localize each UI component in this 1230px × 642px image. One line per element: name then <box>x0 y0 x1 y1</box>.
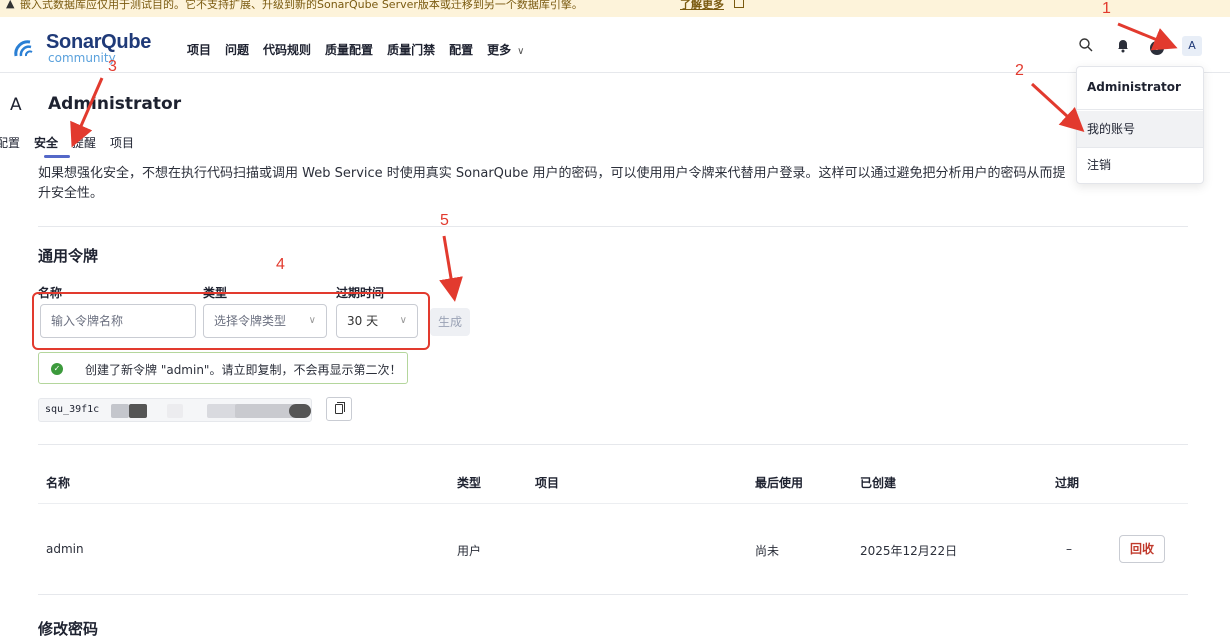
redacted-token <box>111 404 129 418</box>
user-menu-dropdown: Administrator 我的账号 注销 <box>1076 66 1204 184</box>
external-link-icon <box>734 0 744 8</box>
annotation-number-1: 1 <box>1102 0 1111 17</box>
revoke-token-button[interactable]: 回收 <box>1119 535 1165 563</box>
nav-administration[interactable]: 配置 <box>449 41 473 58</box>
column-header-name: 名称 <box>46 476 71 490</box>
column-header-type: 类型 <box>457 476 482 490</box>
redacted-token <box>129 404 147 418</box>
chevron-down-icon: ∨ <box>517 46 525 57</box>
token-row-expires: – <box>1066 542 1072 556</box>
nav-rules[interactable]: 代码规则 <box>263 41 311 58</box>
check-circle-icon: ✓ <box>51 363 63 375</box>
main-nav: 项目 问题 代码规则 质量配置 质量门禁 配置 更多 ∨ <box>187 41 538 58</box>
bell-icon[interactable] <box>1116 37 1130 53</box>
column-header-last-used: 最后使用 <box>755 476 804 490</box>
search-icon[interactable] <box>1078 37 1094 53</box>
token-value-field[interactable]: squ_39f1c <box>38 398 312 422</box>
divider <box>38 226 1188 227</box>
logo-subtitle: community <box>48 51 116 65</box>
page-title: Administrator <box>48 94 182 114</box>
redacted-token <box>289 404 311 418</box>
redacted-token <box>235 404 295 418</box>
redacted-token <box>167 404 183 418</box>
nav-projects[interactable]: 项目 <box>187 41 211 58</box>
annotation-number-2: 2 <box>1015 62 1024 79</box>
annotation-number-5: 5 <box>440 212 449 229</box>
divider <box>38 444 1188 445</box>
warning-banner: ▲ 嵌入式数据库应仅用于测试目的。它不支持扩展、升级到新的SonarQube S… <box>0 0 1230 17</box>
tab-profile[interactable]: 配置 <box>0 134 20 158</box>
token-row-created: 2025年12月22日 <box>860 544 958 558</box>
nav-quality-gates[interactable]: 质量门禁 <box>387 41 435 58</box>
help-icon[interactable]: ? <box>1150 41 1164 55</box>
sonarqube-logo-icon[interactable] <box>10 34 42 60</box>
annotation-number-4: 4 <box>276 256 285 273</box>
token-value-text: squ_39f1c <box>45 404 100 415</box>
nav-more-label: 更多 <box>487 43 512 57</box>
banner-text: 嵌入式数据库应仅用于测试目的。它不支持扩展、升级到新的SonarQube Ser… <box>20 0 583 11</box>
security-description: 如果想强化安全，不想在执行代码扫描或调用 Web Service 时使用真实 S… <box>38 166 1066 201</box>
nav-issues[interactable]: 问题 <box>225 41 249 58</box>
arrow-5 <box>439 235 463 302</box>
generate-token-button[interactable]: 生成 <box>430 308 470 336</box>
warning-icon: ▲ <box>6 0 15 10</box>
page-avatar: A <box>10 95 22 115</box>
nav-quality-profiles[interactable]: 质量配置 <box>325 41 373 58</box>
change-password-title: 修改密码 <box>38 620 99 638</box>
learn-more-link[interactable]: 了解更多 <box>680 0 724 12</box>
token-row-name: admin <box>46 542 84 556</box>
user-menu-name: Administrator <box>1087 80 1181 94</box>
active-tab-indicator <box>44 155 70 158</box>
column-header-project: 项目 <box>535 476 560 490</box>
table-divider <box>38 503 1188 504</box>
arrow-2 <box>1030 82 1085 133</box>
my-account-menu-item[interactable]: 我的账号 <box>1077 111 1203 147</box>
copy-icon-back <box>337 402 345 412</box>
annotation-number-3: 3 <box>108 58 117 75</box>
tab-notifications[interactable]: 提醒 <box>72 134 96 158</box>
token-row-type: 用户 <box>457 544 482 558</box>
copy-token-button[interactable] <box>326 397 352 421</box>
account-tabs: 配置 安全 提醒 项目 <box>0 134 148 158</box>
nav-more[interactable]: 更多 ∨ <box>487 41 524 58</box>
tokens-section-title: 通用令牌 <box>38 247 99 265</box>
divider <box>38 594 1188 595</box>
top-navigation: SonarQube community 项目 问题 代码规则 质量配置 质量门禁… <box>0 17 1230 73</box>
logout-menu-item[interactable]: 注销 <box>1077 147 1203 183</box>
divider <box>1077 109 1203 110</box>
tab-projects[interactable]: 项目 <box>110 134 134 158</box>
token-row-last-used: 尚未 <box>755 544 780 558</box>
column-header-expires: 过期 <box>1055 476 1080 490</box>
column-header-created: 已创建 <box>860 476 897 490</box>
token-created-alert: ✓ 创建了新令牌 "admin"。请立即复制，不会再显示第二次！ <box>38 352 408 384</box>
redacted-token <box>207 404 237 418</box>
user-avatar-button[interactable]: A <box>1182 36 1202 56</box>
token-created-message: 创建了新令牌 "admin"。请立即复制，不会再显示第二次！ <box>85 363 402 377</box>
annotation-highlight-box <box>32 292 430 350</box>
